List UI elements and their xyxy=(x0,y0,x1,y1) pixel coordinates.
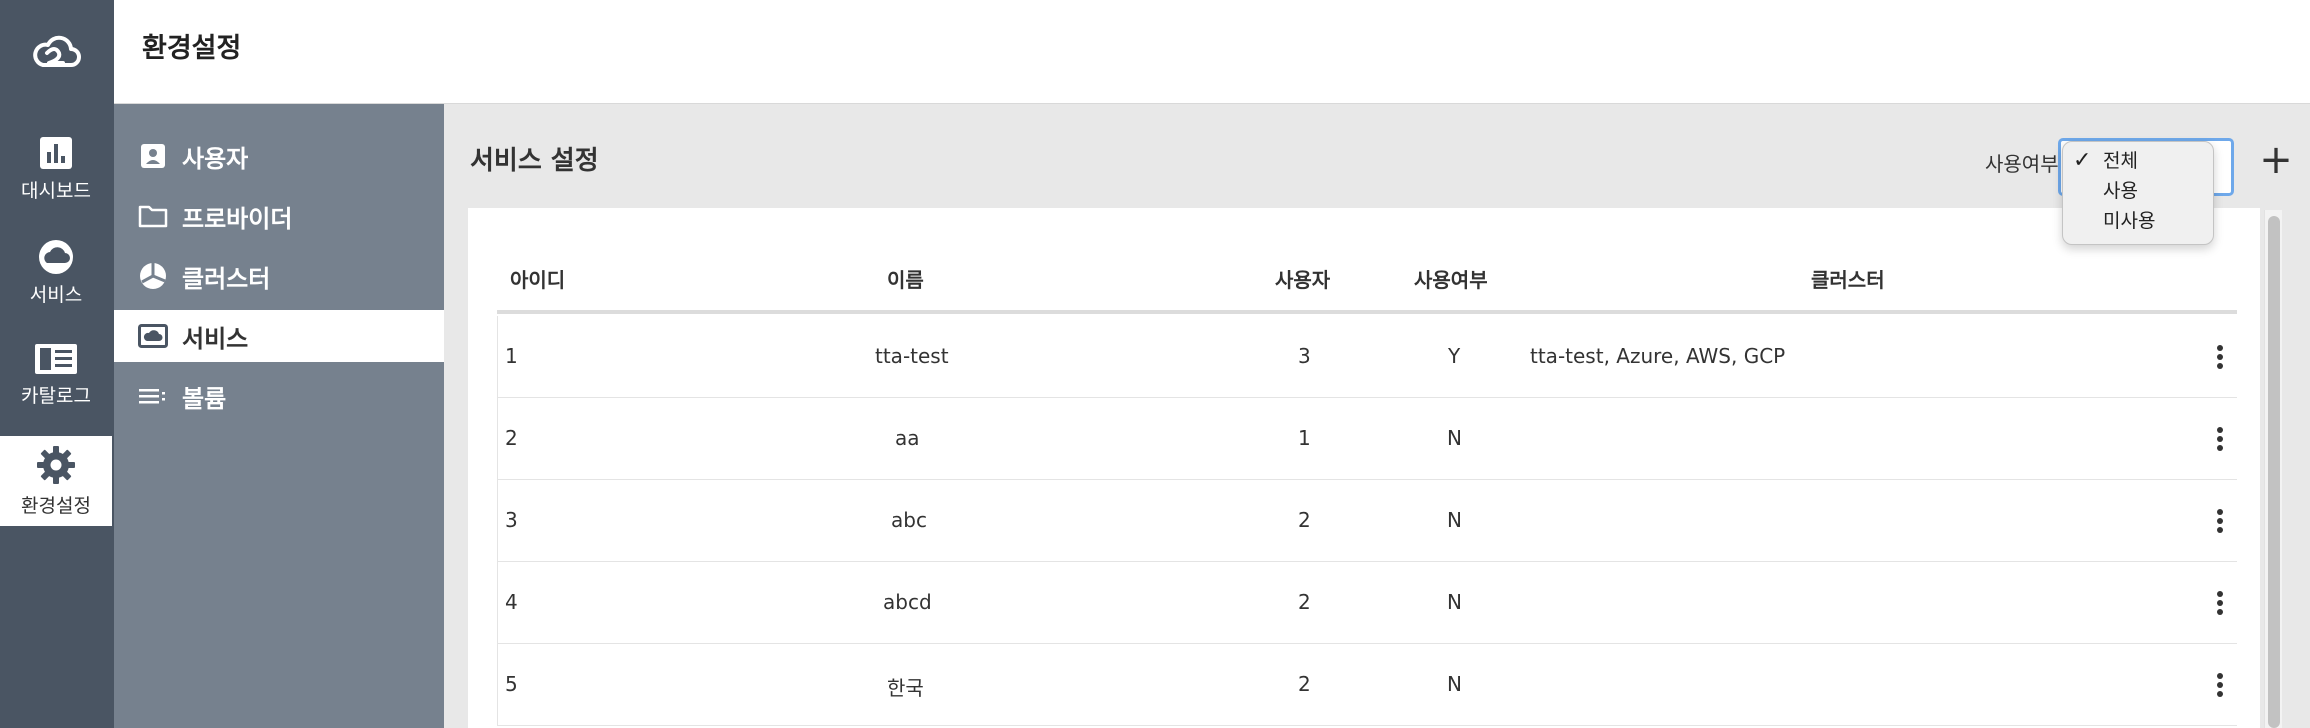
cloud-icon xyxy=(39,239,73,274)
submenu-item-provider[interactable]: 프로바이더 xyxy=(114,190,444,242)
cell-id: 5 xyxy=(505,672,518,696)
user-icon xyxy=(138,141,168,171)
nav-settings-label: 환경설정 xyxy=(21,494,91,517)
dropdown-option-label: 미사용 xyxy=(2103,210,2156,232)
nav-service-label: 서비스 xyxy=(29,283,83,306)
dashboard-icon xyxy=(40,136,72,169)
cell-name: 한국 xyxy=(887,676,924,700)
catalog-icon xyxy=(35,343,77,374)
cell-users: 3 xyxy=(1298,344,1311,368)
submenu-item-volume[interactable]: 볼륨 xyxy=(114,370,444,422)
column-header-cluster: 클러스터 xyxy=(1811,268,1885,292)
cell-users: 1 xyxy=(1298,426,1311,450)
submenu-item-label: 볼륨 xyxy=(182,384,227,413)
submenu-item-label: 서비스 xyxy=(182,324,249,353)
nav-service[interactable]: 서비스 xyxy=(0,228,112,318)
scrollbar-thumb[interactable] xyxy=(2268,216,2280,728)
cell-users: 2 xyxy=(1298,508,1311,532)
dropdown-option-all[interactable]: ✓ 전체 xyxy=(2063,146,2213,176)
nav-dashboard-label: 대시보드 xyxy=(21,179,91,202)
cell-users: 2 xyxy=(1298,590,1311,614)
cell-id: 3 xyxy=(505,508,518,532)
cell-name: tta-test xyxy=(875,344,949,368)
column-header-name: 이름 xyxy=(887,268,924,292)
gear-icon xyxy=(37,445,75,484)
submenu-item-service[interactable]: 서비스 xyxy=(114,310,444,362)
checkmark-icon: ✓ xyxy=(2073,148,2092,173)
dropdown-option-label: 전체 xyxy=(2103,150,2138,172)
dropdown-option-label: 사용 xyxy=(2103,180,2138,202)
dropdown-option-in-use[interactable]: 사용 xyxy=(2063,176,2213,206)
cell-users: 2 xyxy=(1298,672,1311,696)
nav-catalog[interactable]: 카탈로그 xyxy=(0,330,112,420)
cell-in-use: N xyxy=(1447,426,1462,450)
folder-icon xyxy=(138,201,168,231)
row-more-icon[interactable] xyxy=(2212,340,2228,374)
cell-in-use: N xyxy=(1447,508,1462,532)
table-header: 아이디 이름 사용자 사용여부 클러스터 xyxy=(497,248,2237,314)
top-bar: 환경설정 xyxy=(0,0,2310,104)
logo[interactable] xyxy=(0,0,114,104)
dropdown-option-not-in-use[interactable]: 미사용 xyxy=(2063,206,2213,236)
table-row[interactable]: 4 abcd 2 N xyxy=(497,562,2237,644)
table-row[interactable]: 3 abc 2 N xyxy=(497,480,2237,562)
column-header-in-use: 사용여부 xyxy=(1414,268,1488,292)
submenu-item-label: 클러스터 xyxy=(182,264,271,293)
pie-chart-icon xyxy=(138,261,168,291)
submenu-item-label: 사용자 xyxy=(182,144,249,173)
cloud-image-icon xyxy=(138,321,168,351)
cell-in-use: Y xyxy=(1448,344,1461,368)
column-header-users: 사용자 xyxy=(1275,268,1331,292)
table-row[interactable]: 2 aa 1 N xyxy=(497,398,2237,480)
list-icon xyxy=(138,381,168,411)
cell-in-use: N xyxy=(1447,590,1462,614)
cell-name: abc xyxy=(891,508,927,532)
plus-icon[interactable]: + xyxy=(2259,140,2293,182)
cell-in-use: N xyxy=(1447,672,1462,696)
main-nav-rail: 대시보드 서비스 카탈로그 환경설정 xyxy=(0,104,114,728)
settings-submenu: 사용자 프로바이더 클러스터 서비스 볼륨 xyxy=(114,104,444,728)
cell-id: 1 xyxy=(505,344,518,368)
submenu-item-label: 프로바이더 xyxy=(182,204,293,233)
cell-id: 4 xyxy=(505,590,518,614)
row-more-icon[interactable] xyxy=(2212,422,2228,456)
column-header-id: 아이디 xyxy=(510,268,566,292)
nav-catalog-label: 카탈로그 xyxy=(21,384,91,407)
table-row[interactable]: 5 한국 2 N xyxy=(497,644,2237,726)
page-title: 환경설정 xyxy=(142,33,242,64)
row-more-icon[interactable] xyxy=(2212,668,2228,702)
nav-settings[interactable]: 환경설정 xyxy=(0,436,112,526)
cell-cluster: tta-test, Azure, AWS, GCP xyxy=(1530,344,1786,368)
table-row[interactable]: 1 tta-test 3 Y tta-test, Azure, AWS, GCP xyxy=(497,316,2237,398)
filter-label: 사용여부 xyxy=(1985,152,2059,176)
cell-id: 2 xyxy=(505,426,518,450)
cloud-logo-icon xyxy=(33,35,81,67)
cell-name: aa xyxy=(895,426,920,450)
row-more-icon[interactable] xyxy=(2212,586,2228,620)
submenu-item-user[interactable]: 사용자 xyxy=(114,130,444,182)
cell-name: abcd xyxy=(883,590,932,614)
row-more-icon[interactable] xyxy=(2212,504,2228,538)
nav-dashboard[interactable]: 대시보드 xyxy=(0,124,112,214)
usage-filter-dropdown: ✓ 전체 사용 미사용 xyxy=(2062,141,2214,245)
submenu-item-cluster[interactable]: 클러스터 xyxy=(114,250,444,302)
section-title: 서비스 설정 xyxy=(470,146,599,176)
